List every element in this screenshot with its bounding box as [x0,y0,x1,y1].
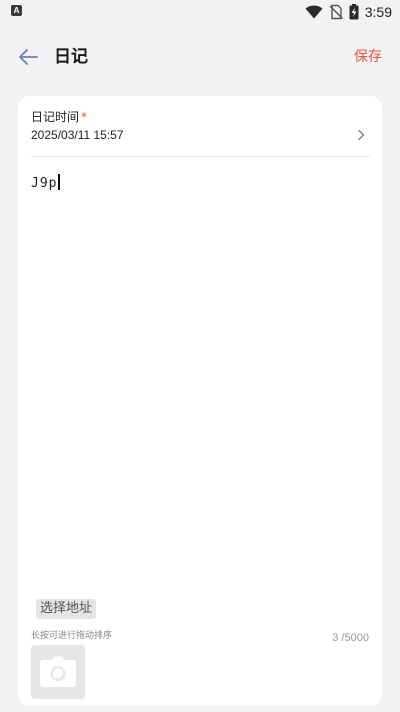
no-sim-icon [329,4,343,20]
select-address-button[interactable]: 选择地址 [36,599,97,619]
diary-time-label: 日记时间 * [31,108,87,126]
char-count: 3 /5000 [332,632,369,644]
diary-content-input[interactable]: J9p [31,172,370,582]
diary-time-value: 2025/03/11 15:57 [31,128,124,142]
chevron-right-icon [358,129,365,141]
required-mark: * [81,110,88,124]
arrow-left-icon[interactable] [16,45,40,69]
app-header: 日记 保存 [0,36,400,78]
sort-hint: 长按可进行拖动排序 [31,631,113,641]
text-caret [58,174,60,190]
diary-form-card: 日记时间 * 2025/03/11 15:57 J9p 选择地址 长按可进行拖动排… [18,96,382,706]
status-bar: A 3:59 [0,0,400,24]
battery-charging-icon [349,4,359,20]
app-notification-icon: A [11,5,22,16]
divider [31,156,370,157]
page-title: 日记 [54,47,88,67]
diary-content-text: J9p [31,176,58,191]
status-icons: 3:59 [305,3,392,21]
add-photo-button[interactable] [31,645,85,699]
save-button[interactable]: 保存 [354,46,382,68]
wifi-icon [305,5,323,19]
status-time: 3:59 [364,4,392,20]
camera-icon [40,656,76,687]
diary-time-selector[interactable]: 日记时间 * 2025/03/11 15:57 [31,108,370,156]
diary-time-label-text: 日记时间 [31,110,80,124]
